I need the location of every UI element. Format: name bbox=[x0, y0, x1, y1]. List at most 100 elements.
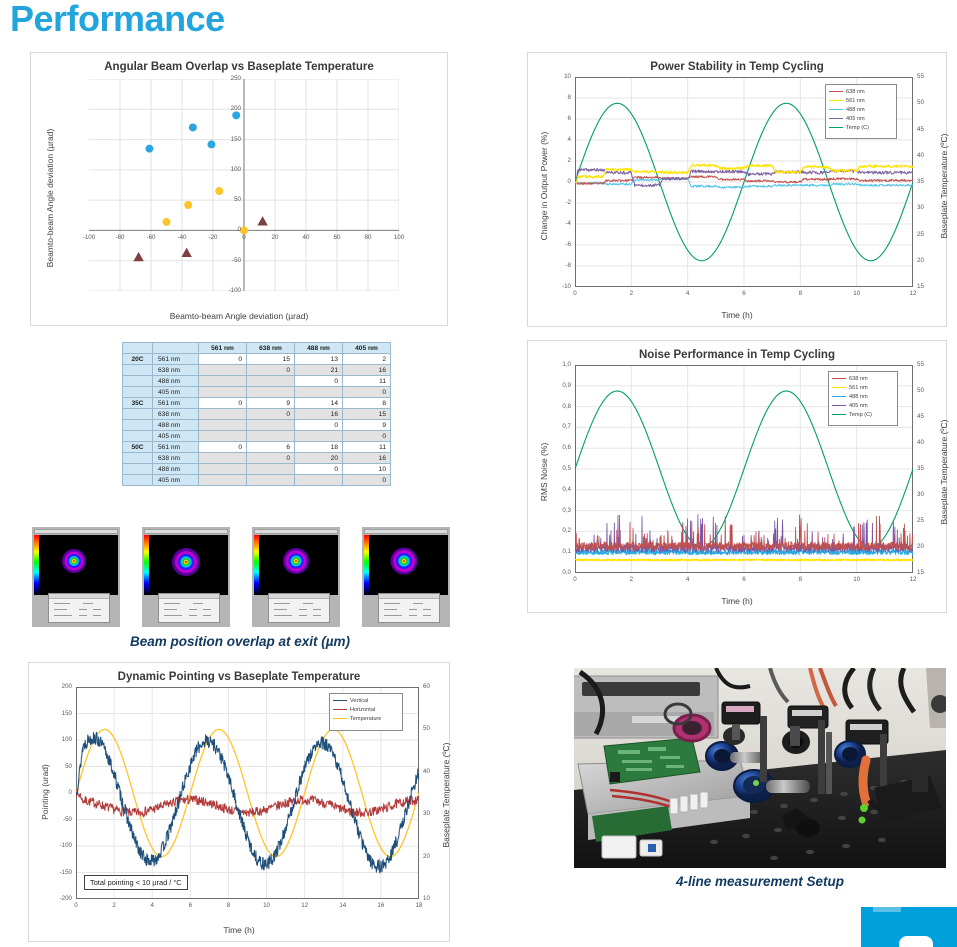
pointing-chart-legend: Vertical Horizontal Temperature bbox=[329, 693, 403, 731]
axis-tick-label: 6 bbox=[188, 902, 193, 909]
legend-swatch bbox=[832, 378, 846, 379]
axis-tick-label: -100 bbox=[59, 842, 72, 849]
corner-logo bbox=[861, 907, 957, 947]
table-cell-value bbox=[294, 386, 343, 398]
power-chart-title: Power Stability in Temp Cycling bbox=[650, 61, 824, 73]
table-cell-temperature bbox=[122, 364, 153, 376]
table-row: 488 nm 0 11 bbox=[122, 375, 391, 387]
table-row: 488 nm 0 9 bbox=[122, 419, 391, 431]
legend-item: Temp (C) bbox=[832, 410, 894, 419]
table-cell-temperature: 35C bbox=[122, 397, 153, 409]
axis-tick-label: 14 bbox=[339, 902, 347, 909]
power-chart-legend: 638 nm 561 nm 488 nm 405 nm Temp (C) bbox=[825, 84, 897, 139]
table-header-cell: 638 nm bbox=[246, 342, 295, 354]
setup-caption: 4-line measurement Setup bbox=[675, 874, 845, 889]
axis-tick-label: 8 bbox=[567, 94, 571, 101]
scatter-point bbox=[184, 200, 193, 209]
scatter-point bbox=[162, 217, 171, 226]
optical-setup-illustration bbox=[574, 668, 946, 868]
beam-readout-dialog bbox=[48, 593, 110, 623]
table-cell-wavelength: 638 nm bbox=[152, 408, 199, 420]
chart-power-stability: Power Stability in Temp Cycling Change i… bbox=[527, 52, 949, 327]
table-cell-value: 0 bbox=[246, 364, 295, 376]
axis-tick-label: 0 bbox=[237, 226, 241, 234]
table-header-cell: 488 nm bbox=[294, 342, 343, 354]
axis-tick-label: 50 bbox=[65, 762, 72, 770]
table-cell-wavelength: 405 nm bbox=[152, 430, 199, 442]
axis-tick-label: 250 bbox=[230, 75, 241, 82]
axis-tick-label: 0 bbox=[567, 178, 571, 185]
table-cell-value: 0 bbox=[246, 408, 295, 420]
beam-colorbar bbox=[34, 535, 39, 595]
axis-tick-label: 16 bbox=[377, 902, 385, 909]
legend-item: 638 nm bbox=[832, 374, 894, 383]
scatter-point bbox=[181, 247, 192, 257]
scatter-svg bbox=[89, 79, 399, 291]
legend-item: 405 nm bbox=[829, 114, 893, 123]
table-cell-value bbox=[198, 408, 247, 420]
table-cell-value: 10 bbox=[342, 463, 391, 475]
axis-tick-label: 0 bbox=[74, 902, 78, 909]
axis-tick-label: 100 bbox=[61, 736, 72, 743]
table-header-blank bbox=[122, 342, 153, 354]
beam-canvas bbox=[144, 535, 228, 595]
table-cell-wavelength: 488 nm bbox=[152, 375, 199, 387]
axis-tick-label: 0,7 bbox=[562, 423, 571, 431]
axis-tick-label: 20 bbox=[423, 852, 430, 860]
scatter-plot-area bbox=[89, 79, 399, 291]
axis-tick-label: -6 bbox=[565, 241, 571, 248]
axis-tick-label: 150 bbox=[230, 135, 241, 143]
legend-item: 405 nm bbox=[832, 401, 894, 410]
axis-tick-label: 6 bbox=[567, 115, 571, 122]
axis-tick-label: 4 bbox=[150, 902, 154, 909]
scatter-point bbox=[145, 144, 154, 153]
table-cell-wavelength: 405 nm bbox=[152, 474, 199, 486]
pointing-x-axis-title: Time (h) bbox=[223, 925, 255, 935]
pointing-chart-title: Dynamic Pointing vs Baseplate Temperatur… bbox=[117, 671, 361, 683]
table-cell-value: 16 bbox=[342, 364, 391, 376]
axis-tick-label: 12 bbox=[301, 902, 309, 909]
pointing-annotation: Total pointing < 10 µrad / °C bbox=[84, 875, 188, 890]
table-cell-value: 21 bbox=[294, 364, 343, 376]
table-cell-value: 6 bbox=[246, 441, 295, 453]
axis-tick-label: -100 bbox=[82, 234, 96, 242]
axis-tick-label: 18 bbox=[415, 902, 423, 909]
beam-colorbar bbox=[144, 535, 149, 595]
scatter-point bbox=[215, 187, 224, 196]
table-cell-value bbox=[246, 419, 295, 431]
axis-tick-label: 25 bbox=[917, 517, 924, 524]
logo-notch-top bbox=[873, 907, 901, 912]
beam-window-titlebar bbox=[254, 529, 338, 534]
axis-tick-label: 0,5 bbox=[562, 465, 571, 472]
table-cell-value: 15 bbox=[342, 408, 391, 420]
legend-label: Temperature bbox=[350, 715, 382, 722]
logo-notch bbox=[899, 936, 933, 947]
axis-tick-label: 8 bbox=[226, 902, 231, 909]
beam-profile-4 bbox=[362, 527, 450, 627]
table-row: 50C 561 nm 0 6 18 11 bbox=[122, 441, 391, 453]
measurement-setup-photo bbox=[574, 668, 946, 868]
axis-tick-label: 12 bbox=[909, 290, 917, 297]
legend-label: 561 nm bbox=[846, 97, 865, 104]
beam-colorbar bbox=[364, 535, 369, 595]
axis-tick-label: 80 bbox=[364, 234, 372, 242]
legend-swatch bbox=[832, 405, 846, 406]
beam-colorbar bbox=[254, 535, 259, 595]
table-cell-value: 2 bbox=[342, 353, 391, 365]
table-cell-value: 14 bbox=[294, 397, 343, 409]
axis-tick-label: -60 bbox=[146, 234, 156, 242]
beam-profile-row bbox=[32, 527, 450, 627]
axis-tick-label: -8 bbox=[565, 262, 571, 269]
table-cell-value bbox=[246, 375, 295, 387]
table-cell-value: 0 bbox=[198, 353, 247, 365]
table-cell-value: 0 bbox=[198, 397, 247, 409]
legend-item: Horizontal bbox=[333, 705, 399, 714]
axis-tick-label: 8 bbox=[798, 290, 803, 297]
scatter-point bbox=[133, 251, 144, 262]
table-row: 638 nm 0 16 15 bbox=[122, 408, 391, 420]
axis-tick-label: 0 bbox=[573, 290, 577, 297]
axis-tick-label: 50 bbox=[234, 196, 241, 204]
legend-label: 638 nm bbox=[849, 375, 868, 382]
table-cell-value: 13 bbox=[294, 353, 343, 365]
axis-tick-label: 1,0 bbox=[562, 361, 571, 368]
